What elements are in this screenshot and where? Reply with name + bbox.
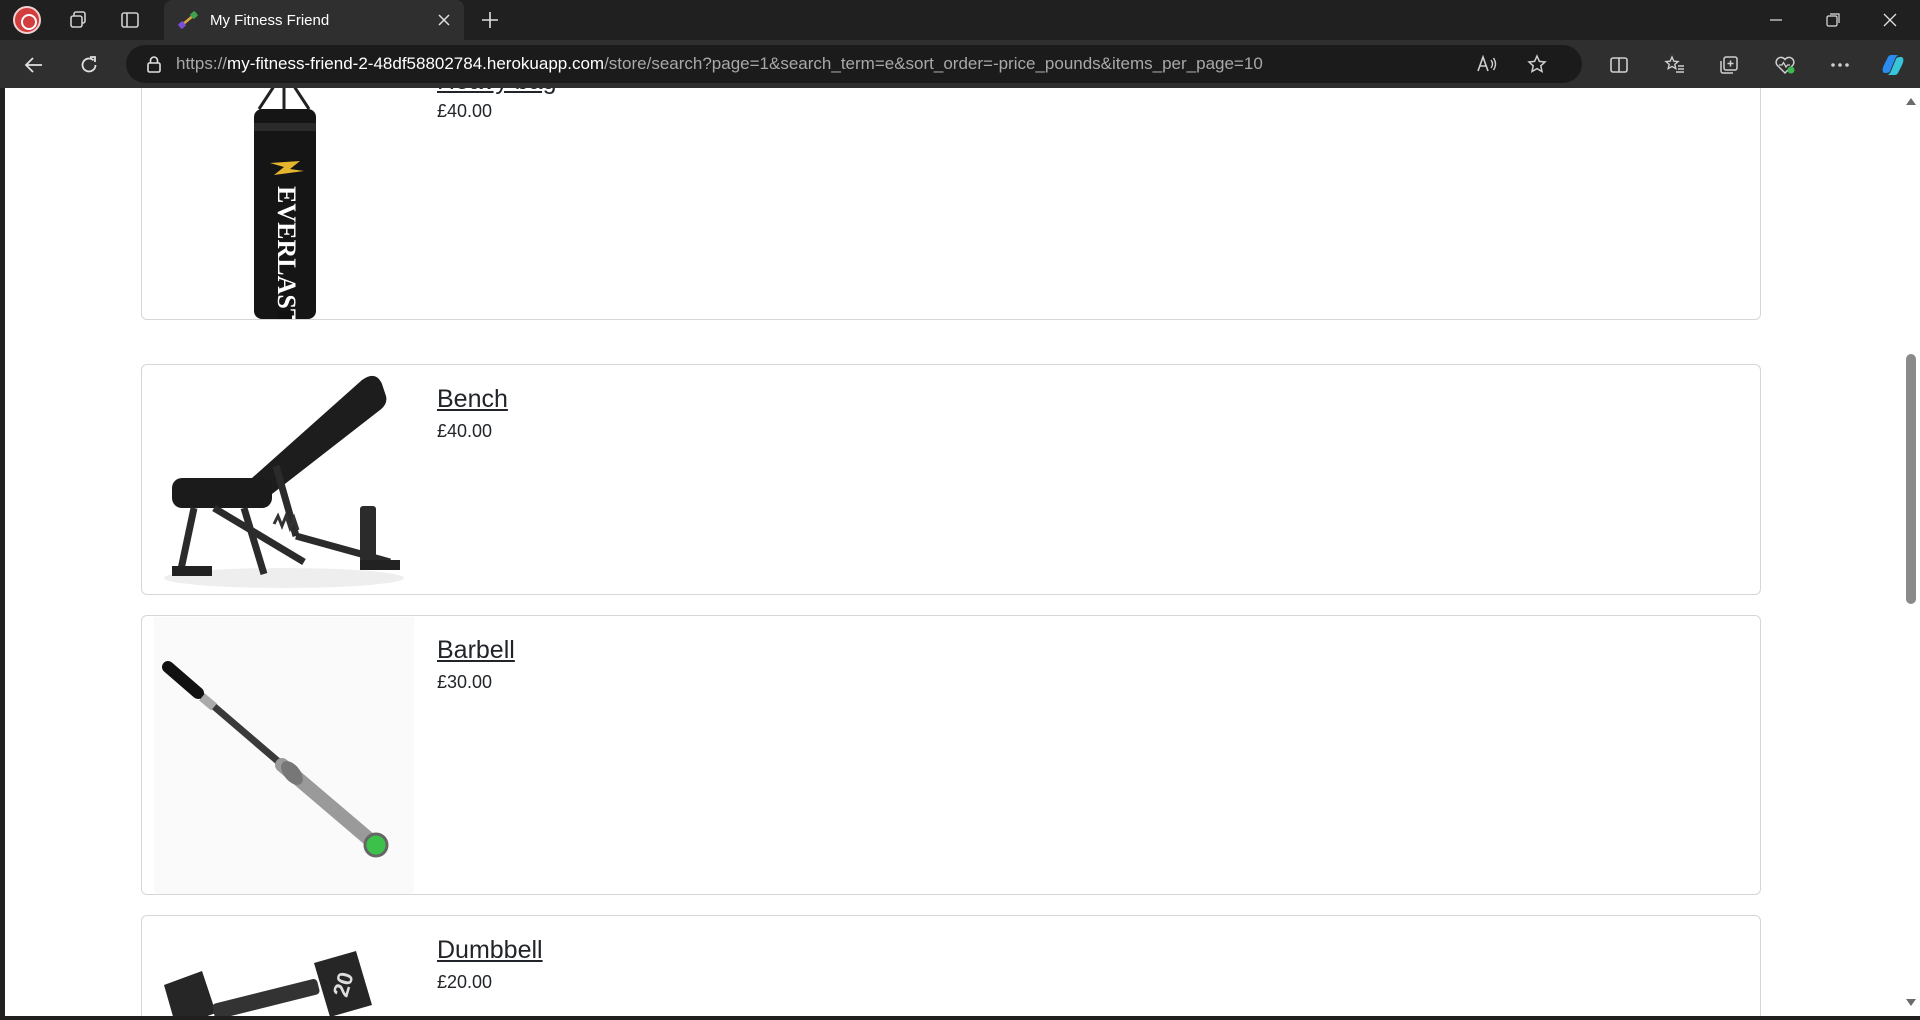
product-card: 20 Dumbbell £20.00 — [141, 915, 1761, 1016]
page-viewport: EVERLAST Heavy bag £40.00 Bench £40.00 — [5, 88, 1902, 1016]
product-price: £30.00 — [437, 672, 493, 692]
product-name-link[interactable]: Dumbbell — [437, 936, 543, 965]
url-text[interactable]: https://my-fitness-friend-2-48df58802784… — [176, 54, 1263, 74]
product-name-link[interactable]: Heavy bag — [437, 88, 557, 96]
restore-icon[interactable] — [1805, 0, 1861, 40]
favorite-star-icon[interactable] — [1522, 49, 1552, 79]
product-name-link[interactable]: Barbell — [437, 636, 515, 665]
close-tab-icon[interactable] — [430, 6, 458, 34]
bag-brand-text: EVERLAST — [272, 186, 301, 320]
lock-icon[interactable] — [144, 54, 164, 74]
address-bar[interactable]: https://my-fitness-friend-2-48df58802784… — [126, 45, 1582, 83]
active-tab[interactable]: My Fitness Friend — [164, 0, 464, 40]
new-tab-icon[interactable] — [476, 6, 504, 34]
product-card: Barbell £30.00 — [141, 615, 1761, 895]
minimize-icon[interactable] — [1748, 0, 1804, 40]
collections-icon[interactable] — [1714, 50, 1744, 80]
refresh-icon[interactable] — [74, 50, 104, 80]
weight-bench-image — [154, 366, 414, 594]
profile-avatar-icon[interactable] — [13, 6, 41, 34]
tab-title: My Fitness Friend — [210, 11, 330, 29]
tab-actions-icon[interactable] — [116, 6, 144, 34]
barbell-image — [154, 617, 414, 894]
product-price: £20.00 — [437, 972, 493, 992]
product-card: Bench £40.00 — [141, 364, 1761, 595]
punching-bag-image: EVERLAST — [154, 88, 414, 320]
page-scrollbar[interactable] — [1902, 88, 1920, 1016]
scroll-down-arrow-icon[interactable] — [1906, 999, 1916, 1006]
product-name-link[interactable]: Bench — [437, 385, 508, 414]
split-screen-icon[interactable] — [1604, 50, 1634, 80]
browser-essentials-icon[interactable] — [1770, 50, 1800, 80]
more-options-icon[interactable] — [1825, 50, 1855, 80]
read-aloud-icon[interactable] — [1472, 49, 1502, 79]
close-window-icon[interactable] — [1862, 0, 1918, 40]
workspaces-icon[interactable] — [64, 6, 92, 34]
scroll-up-arrow-icon[interactable] — [1906, 98, 1916, 105]
favorites-icon[interactable] — [1660, 50, 1690, 80]
dumbbell-favicon-icon — [178, 11, 198, 29]
back-arrow-icon[interactable] — [19, 50, 49, 80]
product-price: £40.00 — [437, 101, 493, 121]
product-card: EVERLAST Heavy bag £40.00 — [141, 88, 1761, 320]
copilot-icon[interactable] — [1878, 50, 1908, 80]
dumbbell-image: 20 — [154, 917, 414, 1016]
product-price: £40.00 — [437, 421, 493, 441]
scrollbar-thumb[interactable] — [1906, 354, 1916, 604]
browser-toolbar: https://my-fitness-friend-2-48df58802784… — [0, 40, 1920, 88]
browser-title-bar: My Fitness Friend — [0, 0, 1920, 40]
